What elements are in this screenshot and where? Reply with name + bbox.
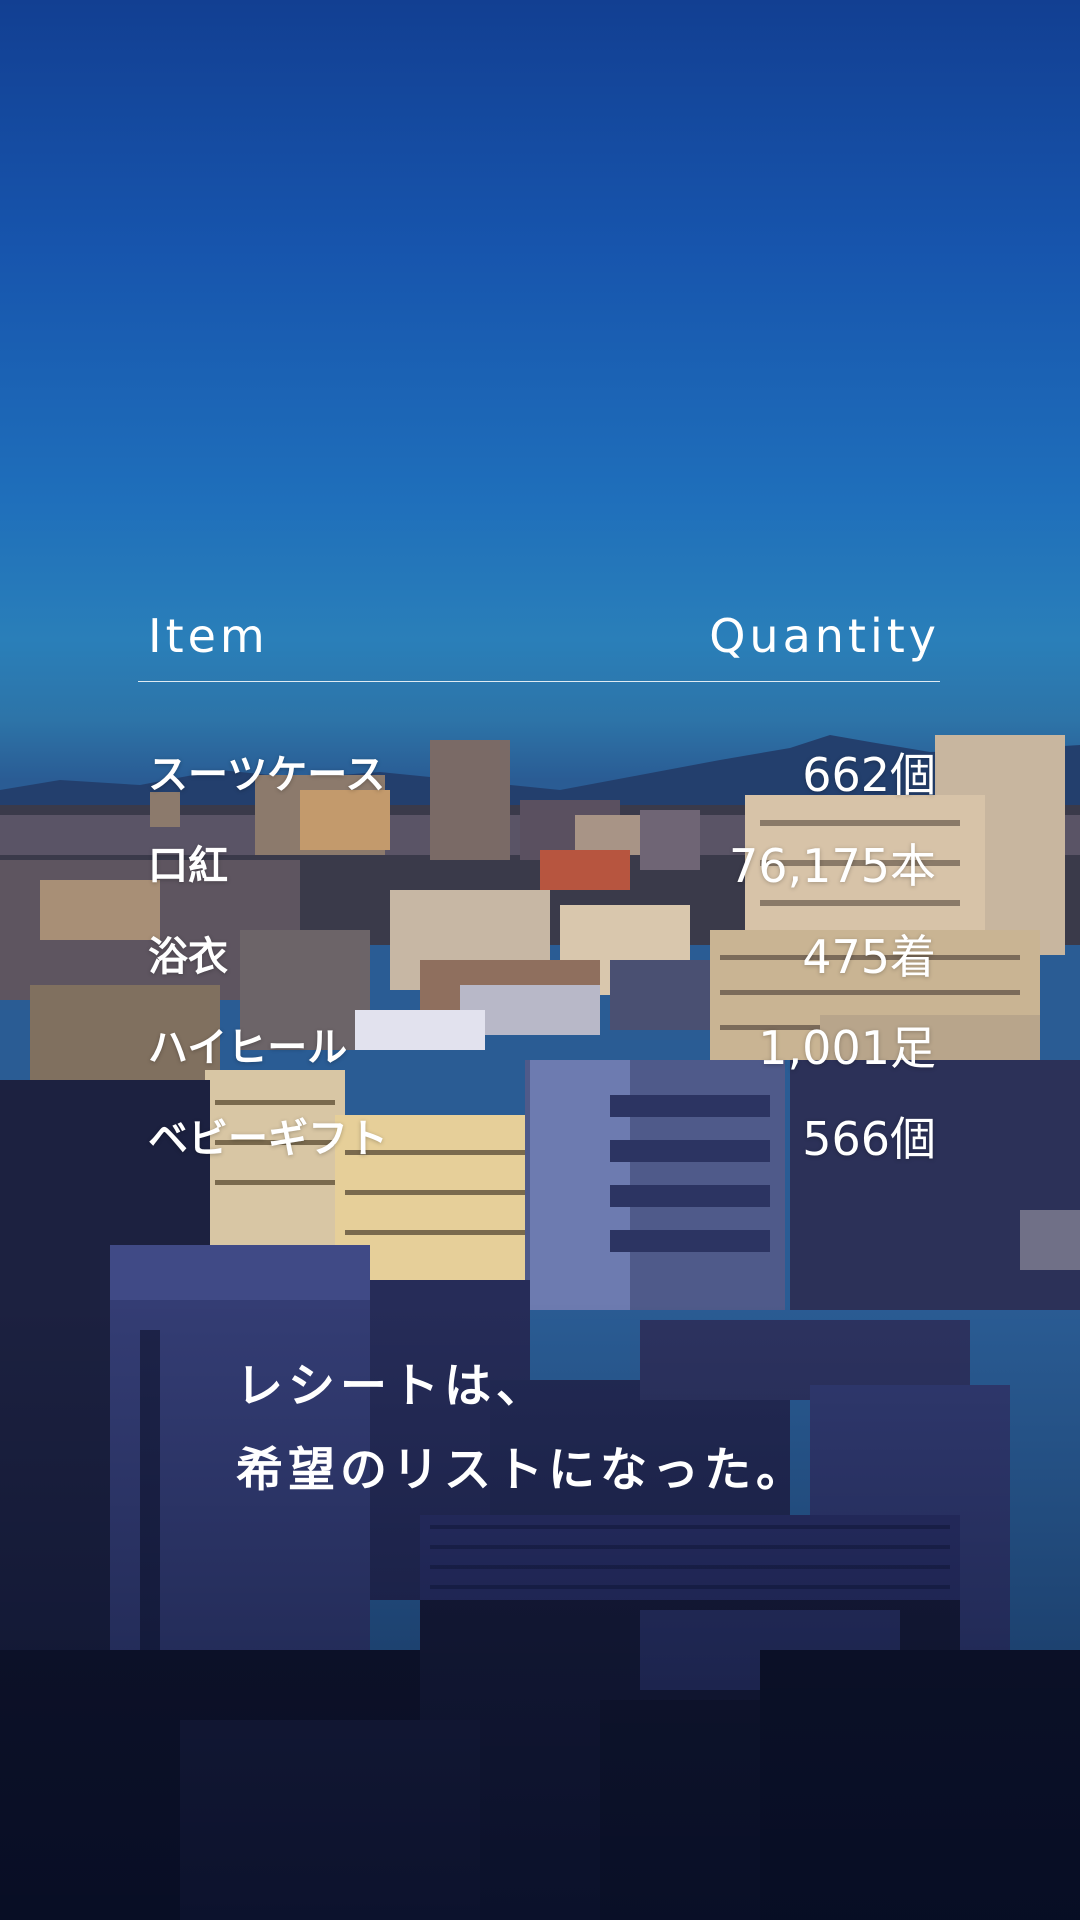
item-column-header: Item (148, 609, 269, 663)
hero-canvas: Item Quantity スーツケース 662個 口紅 76,175本 浴衣 … (0, 0, 1080, 1920)
table-header: Item Quantity (138, 606, 940, 666)
item-name: ハイヒール (148, 1025, 348, 1071)
item-quantity: 76,175本 (729, 839, 936, 893)
item-name: ベビーギフト (148, 1116, 388, 1162)
item-quantity: 1,001足 (758, 1021, 936, 1075)
table-row: ベビーギフト 566個 (148, 1109, 936, 1200)
item-quantity: 475着 (802, 930, 936, 984)
item-list: スーツケース 662個 口紅 76,175本 浴衣 475着 ハイヒール 1,0… (148, 745, 936, 1200)
tagline-line-2: 希望のリストになった。 (236, 1443, 808, 1498)
tagline: レシートは、 希望のリストになった。 (236, 1345, 856, 1513)
item-quantity: 662個 (802, 748, 936, 802)
table-row: 口紅 76,175本 (148, 836, 936, 927)
quantity-column-header: Quantity (709, 609, 940, 663)
table-row: スーツケース 662個 (148, 745, 936, 836)
tagline-line-1: レシートは、 (236, 1359, 548, 1414)
header-divider (138, 681, 940, 682)
item-quantity: 566個 (802, 1112, 936, 1166)
table-row: 浴衣 475着 (148, 927, 936, 1018)
item-name: スーツケース (148, 752, 386, 798)
item-name: 口紅 (148, 843, 228, 889)
table-row: ハイヒール 1,001足 (148, 1018, 936, 1109)
item-name: 浴衣 (148, 934, 228, 980)
